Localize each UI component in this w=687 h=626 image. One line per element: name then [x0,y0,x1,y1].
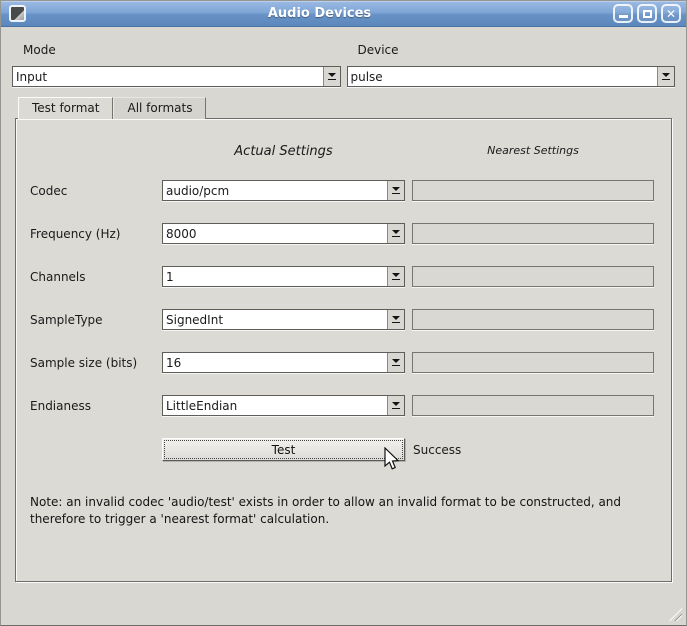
row-channels: Channels 1 [30,266,657,287]
nearest-settings-header: Nearest Settings [412,144,654,159]
row-sampletype: SampleType SignedInt [30,309,657,330]
window-icon[interactable] [9,5,26,22]
codec-value: audio/pcm [163,184,387,198]
channels-label: Channels [30,270,162,284]
frequency-label: Frequency (Hz) [30,227,162,241]
note-text: Note: an invalid codec 'audio/test' exis… [30,494,654,529]
codec-label: Codec [30,184,162,198]
row-codec: Codec audio/pcm [30,180,657,201]
chevron-down-icon[interactable] [657,67,674,86]
row-frequency: Frequency (Hz) 8000 [30,223,657,244]
chevron-down-icon[interactable] [387,267,404,286]
channels-value: 1 [163,270,387,284]
audio-devices-window: Audio Devices ✕ Mode Input Device pulse [0,0,687,626]
minimize-icon [619,15,628,18]
resize-grip[interactable] [669,608,682,621]
titlebar[interactable]: Audio Devices ✕ [1,1,686,27]
row-samplesize: Sample size (bits) 16 [30,352,657,373]
minimize-button[interactable] [613,4,633,23]
sampletype-label: SampleType [30,313,162,327]
test-button[interactable]: Test [162,438,405,461]
window-title: Audio Devices [26,6,613,21]
mode-combobox[interactable]: Input [12,66,341,87]
mouse-cursor [382,447,400,473]
channels-nearest-field [412,266,654,287]
endianess-label: Endianess [30,399,162,413]
sampletype-value: SignedInt [163,313,387,327]
chevron-down-icon[interactable] [387,396,404,415]
samplesize-combobox[interactable]: 16 [162,352,405,373]
tab-all-formats[interactable]: All formats [113,97,206,119]
device-value: pulse [348,70,658,84]
chevron-down-icon[interactable] [387,310,404,329]
mode-label: Mode [23,43,341,57]
endianess-nearest-field [412,395,654,416]
channels-combobox[interactable]: 1 [162,266,405,287]
actual-settings-header: Actual Settings [162,144,405,159]
chevron-down-icon[interactable] [387,224,404,243]
dialog-body: Mode Input Device pulse Test format All … [1,27,686,582]
frequency-nearest-field [412,223,654,244]
mode-value: Input [13,70,323,84]
chevron-down-icon[interactable] [387,181,404,200]
close-button[interactable]: ✕ [661,4,681,23]
test-status: Success [413,443,461,457]
codec-nearest-field [412,180,654,201]
tab-test-format[interactable]: Test format [18,97,113,119]
samplesize-value: 16 [163,356,387,370]
tab-bar: Test format All formats [18,97,675,118]
test-format-pane: Actual Settings Nearest Settings Codec a… [15,118,672,582]
chevron-down-icon[interactable] [387,353,404,372]
row-endianess: Endianess LittleEndian [30,395,657,416]
endianess-combobox[interactable]: LittleEndian [162,395,405,416]
samplesize-nearest-field [412,352,654,373]
device-label: Device [358,43,676,57]
maximize-icon [643,10,652,18]
device-combobox[interactable]: pulse [347,66,676,87]
frequency-combobox[interactable]: 8000 [162,223,405,244]
endianess-value: LittleEndian [163,399,387,413]
sampletype-combobox[interactable]: SignedInt [162,309,405,330]
frequency-value: 8000 [163,227,387,241]
chevron-down-icon[interactable] [323,67,340,86]
samplesize-label: Sample size (bits) [30,356,162,370]
sampletype-nearest-field [412,309,654,330]
maximize-button[interactable] [637,4,657,23]
close-icon: ✕ [666,8,676,20]
codec-combobox[interactable]: audio/pcm [162,180,405,201]
